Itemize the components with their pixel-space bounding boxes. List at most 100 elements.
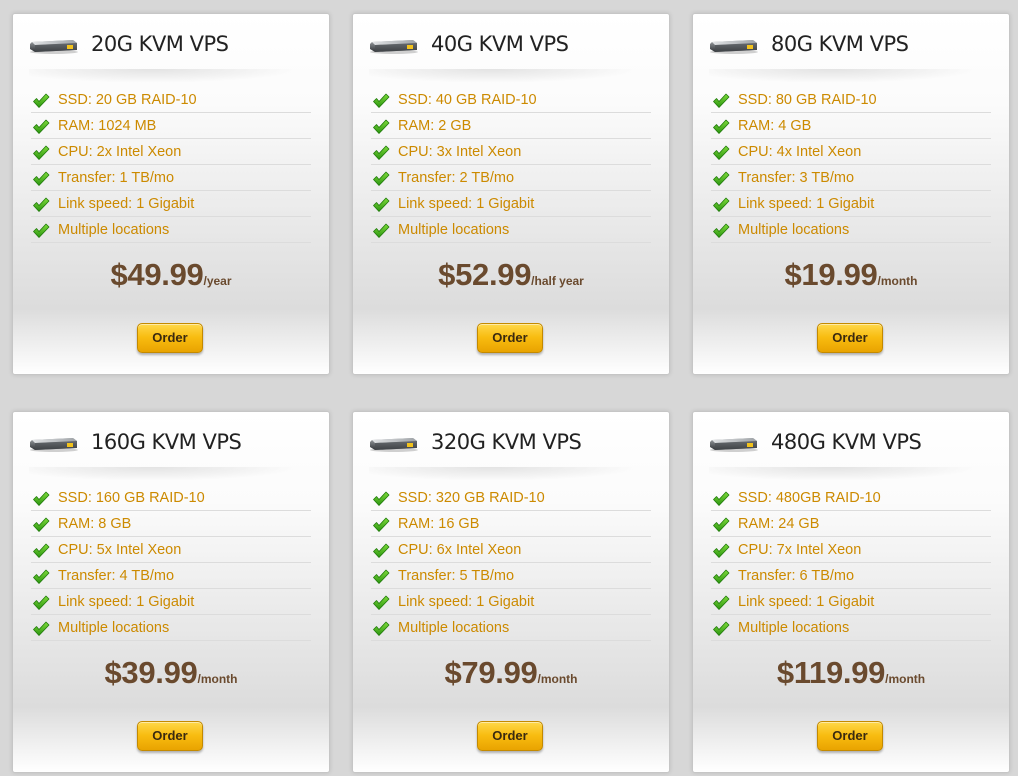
check-icon bbox=[372, 170, 390, 186]
feature-item: Link speed: 1 Gigabit bbox=[371, 191, 651, 217]
plan-card-6: 480G KVM VPS SSD: 480GB RAID-10 RAM: 24 … bbox=[692, 411, 1010, 773]
feature-list: SSD: 320 GB RAID-10 RAM: 16 GB CPU: 6x I… bbox=[371, 485, 651, 641]
feature-item: CPU: 6x Intel Xeon bbox=[371, 537, 651, 563]
feature-item: Transfer: 3 TB/mo bbox=[711, 165, 991, 191]
check-icon bbox=[712, 568, 730, 584]
header-shadow bbox=[29, 69, 301, 83]
feature-list: SSD: 80 GB RAID-10 RAM: 4 GB CPU: 4x Int… bbox=[711, 87, 991, 243]
check-icon bbox=[372, 92, 390, 108]
order-button[interactable]: Order bbox=[817, 721, 883, 751]
plan-header: 160G KVM VPS bbox=[29, 426, 319, 481]
plan-title: 160G KVM VPS bbox=[91, 430, 242, 454]
plan-card-2: 40G KVM VPS SSD: 40 GB RAID-10 RAM: 2 GB… bbox=[352, 13, 670, 375]
price-amount: $49.99 bbox=[110, 257, 204, 292]
order-button[interactable]: Order bbox=[477, 721, 543, 751]
feature-text: SSD: 160 GB RAID-10 bbox=[58, 490, 205, 506]
check-icon bbox=[372, 620, 390, 636]
check-icon bbox=[32, 568, 50, 584]
check-icon bbox=[712, 144, 730, 160]
plan-card-4: 160G KVM VPS SSD: 160 GB RAID-10 RAM: 8 … bbox=[12, 411, 330, 773]
feature-text: SSD: 320 GB RAID-10 bbox=[398, 490, 545, 506]
feature-item: CPU: 5x Intel Xeon bbox=[31, 537, 311, 563]
header-shadow bbox=[29, 467, 301, 481]
feature-item: Multiple locations bbox=[711, 217, 991, 243]
plan-card-5: 320G KVM VPS SSD: 320 GB RAID-10 RAM: 16… bbox=[352, 411, 670, 773]
order-button[interactable]: Order bbox=[137, 323, 203, 353]
feature-text: CPU: 5x Intel Xeon bbox=[58, 542, 182, 558]
plan-title: 80G KVM VPS bbox=[771, 32, 909, 56]
header-shadow bbox=[369, 69, 641, 83]
feature-item: SSD: 40 GB RAID-10 bbox=[371, 87, 651, 113]
feature-item: CPU: 2x Intel Xeon bbox=[31, 139, 311, 165]
price-amount: $119.99 bbox=[776, 655, 886, 690]
feature-item: Multiple locations bbox=[371, 615, 651, 641]
feature-item: Link speed: 1 Gigabit bbox=[371, 589, 651, 615]
price-amount: $79.99 bbox=[444, 655, 538, 690]
plan-header: 20G KVM VPS bbox=[29, 28, 319, 83]
server-icon bbox=[29, 38, 79, 54]
price-amount: $52.99 bbox=[438, 257, 532, 292]
feature-text: Link speed: 1 Gigabit bbox=[738, 594, 875, 610]
check-icon bbox=[32, 594, 50, 610]
check-icon bbox=[32, 196, 50, 212]
feature-item: RAM: 2 GB bbox=[371, 113, 651, 139]
check-icon bbox=[32, 222, 50, 238]
server-icon bbox=[369, 436, 419, 452]
feature-list: SSD: 480GB RAID-10 RAM: 24 GB CPU: 7x In… bbox=[711, 485, 991, 641]
feature-text: Link speed: 1 Gigabit bbox=[58, 196, 195, 212]
check-icon bbox=[372, 222, 390, 238]
price-amount: $39.99 bbox=[104, 655, 198, 690]
plan-header: 480G KVM VPS bbox=[709, 426, 999, 481]
check-icon bbox=[32, 620, 50, 636]
plan-title: 20G KVM VPS bbox=[91, 32, 229, 56]
header-shadow bbox=[709, 467, 981, 481]
check-icon bbox=[712, 542, 730, 558]
feature-item: Link speed: 1 Gigabit bbox=[31, 191, 311, 217]
check-icon bbox=[32, 144, 50, 160]
feature-text: RAM: 8 GB bbox=[58, 516, 132, 532]
feature-text: Transfer: 5 TB/mo bbox=[398, 568, 515, 584]
feature-item: SSD: 320 GB RAID-10 bbox=[371, 485, 651, 511]
order-button[interactable]: Order bbox=[817, 323, 883, 353]
price-amount: $19.99 bbox=[784, 257, 878, 292]
feature-text: Multiple locations bbox=[58, 222, 170, 238]
feature-item: SSD: 20 GB RAID-10 bbox=[31, 87, 311, 113]
feature-text: CPU: 2x Intel Xeon bbox=[58, 144, 182, 160]
order-button[interactable]: Order bbox=[137, 721, 203, 751]
price-period: /month bbox=[877, 274, 918, 288]
feature-item: SSD: 480GB RAID-10 bbox=[711, 485, 991, 511]
check-icon bbox=[372, 542, 390, 558]
feature-item: Multiple locations bbox=[31, 217, 311, 243]
feature-item: Transfer: 5 TB/mo bbox=[371, 563, 651, 589]
feature-item: Multiple locations bbox=[31, 615, 311, 641]
check-icon bbox=[712, 196, 730, 212]
check-icon bbox=[32, 516, 50, 532]
feature-item: CPU: 7x Intel Xeon bbox=[711, 537, 991, 563]
feature-text: Link speed: 1 Gigabit bbox=[738, 196, 875, 212]
check-icon bbox=[712, 594, 730, 610]
feature-text: Multiple locations bbox=[398, 222, 510, 238]
feature-text: Link speed: 1 Gigabit bbox=[58, 594, 195, 610]
server-icon bbox=[709, 436, 759, 452]
feature-item: RAM: 16 GB bbox=[371, 511, 651, 537]
feature-text: Link speed: 1 Gigabit bbox=[398, 196, 535, 212]
feature-item: Transfer: 1 TB/mo bbox=[31, 165, 311, 191]
feature-text: Transfer: 6 TB/mo bbox=[738, 568, 855, 584]
order-button[interactable]: Order bbox=[477, 323, 543, 353]
feature-item: CPU: 3x Intel Xeon bbox=[371, 139, 651, 165]
feature-item: Link speed: 1 Gigabit bbox=[711, 589, 991, 615]
feature-text: Transfer: 1 TB/mo bbox=[58, 170, 175, 186]
check-icon bbox=[712, 170, 730, 186]
check-icon bbox=[372, 516, 390, 532]
feature-item: RAM: 1024 MB bbox=[31, 113, 311, 139]
plan-title: 40G KVM VPS bbox=[431, 32, 569, 56]
feature-item: Transfer: 6 TB/mo bbox=[711, 563, 991, 589]
header-shadow bbox=[369, 467, 641, 481]
feature-item: RAM: 8 GB bbox=[31, 511, 311, 537]
check-icon bbox=[32, 170, 50, 186]
feature-text: RAM: 4 GB bbox=[738, 118, 812, 134]
feature-item: Transfer: 2 TB/mo bbox=[371, 165, 651, 191]
check-icon bbox=[712, 516, 730, 532]
server-icon bbox=[369, 38, 419, 54]
feature-text: Multiple locations bbox=[738, 222, 850, 238]
